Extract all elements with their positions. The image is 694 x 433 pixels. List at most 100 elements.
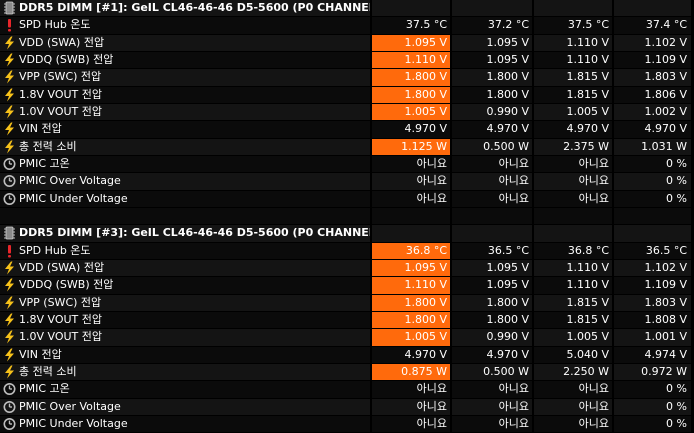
sensor-label-text: VDDQ (SWB) 전압 — [19, 52, 114, 66]
value-current: 4.970 V — [372, 121, 450, 138]
value-max: 아니요 — [534, 190, 612, 207]
value-average: 1.001 V — [614, 329, 691, 346]
value-max: 1.005 V — [534, 329, 612, 346]
sensor-row[interactable]: VDD (SWA) 전압 1.095 V 1.095 V 1.110 V 1.102 V — [0, 259, 694, 277]
value-current: 1.125 W — [372, 138, 450, 155]
value-max: 1.815 V — [534, 86, 612, 103]
value-average: 0 % — [614, 398, 691, 415]
value-min: 1.095 V — [452, 277, 532, 294]
clock-icon — [3, 382, 16, 396]
value-average: 1.803 V — [614, 69, 691, 86]
sensor-label: VIN 전압 — [0, 346, 370, 363]
bolt-icon — [3, 122, 16, 136]
memory-chip-icon — [3, 1, 16, 15]
value-current: 37.5 °C — [372, 17, 450, 34]
sensor-label-text: 1.0V VOUT 전압 — [19, 104, 103, 118]
value-max: 아니요 — [534, 415, 612, 433]
sensor-row[interactable]: PMIC Under Voltage 아니요 아니요 아니요 0 % — [0, 190, 694, 208]
section-header[interactable]: DDR5 DIMM [#1]: GeIL CL46-46-46 D5-5600 … — [0, 0, 694, 17]
sensor-row[interactable]: 총 전력 소비 1.125 W 0.500 W 2.375 W 1.031 W — [0, 138, 694, 156]
bolt-icon — [3, 53, 16, 67]
sensor-row[interactable]: VDDQ (SWB) 전압 1.110 V 1.095 V 1.110 V 1.109 … — [0, 277, 694, 294]
sensor-label: 1.0V VOUT 전압 — [0, 103, 370, 121]
header-cell — [372, 0, 450, 17]
sensor-row[interactable]: 1.0V VOUT 전압 1.005 V 0.990 V 1.005 V 1.001 V — [0, 329, 694, 346]
sensor-label: VDD (SWA) 전압 — [0, 259, 370, 277]
sensor-row[interactable]: 총 전력 소비 0.875 W 0.500 W 2.250 W 0.972 W — [0, 363, 694, 381]
bolt-icon — [3, 330, 16, 344]
header-cell — [452, 0, 532, 17]
sensor-label: PMIC 고온 — [0, 155, 370, 173]
sensor-label: VPP (SWC) 전압 — [0, 69, 370, 86]
value-max: 아니요 — [534, 173, 612, 190]
value-average: 1.102 V — [614, 259, 691, 277]
header-cell — [534, 225, 612, 242]
bolt-icon — [3, 313, 16, 327]
bolt-icon — [3, 348, 16, 362]
value-max: 1.110 V — [534, 259, 612, 277]
sensor-label-text: PMIC 고온 — [19, 382, 70, 396]
value-max: 1.110 V — [534, 51, 612, 69]
value-current: 아니요 — [372, 190, 450, 207]
value-current: 1.005 V — [372, 103, 450, 121]
value-min: 4.970 V — [452, 346, 532, 363]
sensor-row[interactable]: PMIC 고온 아니요 아니요 아니요 0 % — [0, 381, 694, 398]
sensor-row[interactable]: PMIC Over Voltage 아니요 아니요 아니요 0 % — [0, 398, 694, 416]
sensor-row[interactable]: SPD Hub 온도 37.5 °C 37.2 °C 37.5 °C 37.4 °C — [0, 17, 694, 34]
sensor-row[interactable]: VDD (SWA) 전압 1.095 V 1.095 V 1.110 V 1.102 V — [0, 34, 694, 52]
value-min: 0.500 W — [452, 138, 532, 155]
value-max: 1.005 V — [534, 103, 612, 121]
spacer-cell — [534, 207, 612, 225]
value-max: 아니요 — [534, 155, 612, 173]
sensor-label-text: VDD (SWA) 전압 — [19, 260, 105, 274]
sensor-label: 1.8V VOUT 전압 — [0, 311, 370, 329]
value-current: 아니요 — [372, 415, 450, 433]
sensor-label: PMIC Under Voltage — [0, 415, 370, 433]
value-min: 아니요 — [452, 415, 532, 433]
value-max: 4.970 V — [534, 121, 612, 138]
alert-icon — [3, 18, 16, 32]
sensor-label-text: PMIC Under Voltage — [19, 416, 128, 430]
sensor-row[interactable]: 1.8V VOUT 전압 1.800 V 1.800 V 1.815 V 1.806 V — [0, 86, 694, 104]
value-average: 0 % — [614, 415, 691, 433]
sensor-row[interactable]: VDDQ (SWB) 전압 1.110 V 1.095 V 1.110 V 1.109 … — [0, 51, 694, 69]
header-cell — [452, 225, 532, 242]
value-current: 0.875 W — [372, 363, 450, 381]
spacer-cell — [372, 207, 450, 225]
sensor-row[interactable]: PMIC Over Voltage 아니요 아니요 아니요 0 % — [0, 173, 694, 190]
value-min: 0.500 W — [452, 363, 532, 381]
section-header[interactable]: DDR5 DIMM [#3]: GeIL CL46-46-46 D5-5600 … — [0, 225, 694, 242]
section-title: DDR5 DIMM [#3]: GeIL CL46-46-46 D5-5600 … — [0, 225, 370, 242]
value-average: 0 % — [614, 155, 691, 173]
sensor-label-text: VDD (SWA) 전압 — [19, 35, 105, 49]
sensor-row[interactable]: PMIC Under Voltage 아니요 아니요 아니요 0 % — [0, 415, 694, 433]
value-average: 0 % — [614, 381, 691, 398]
value-current: 1.005 V — [372, 329, 450, 346]
sensor-row[interactable]: VPP (SWC) 전압 1.800 V 1.800 V 1.815 V 1.803 V — [0, 69, 694, 86]
sensor-label: 1.8V VOUT 전압 — [0, 86, 370, 103]
value-max: 5.040 V — [534, 346, 612, 363]
value-min: 아니요 — [452, 155, 532, 173]
section-title: DDR5 DIMM [#1]: GeIL CL46-46-46 D5-5600 … — [0, 0, 370, 17]
value-min: 1.095 V — [452, 51, 532, 69]
sensor-label: 1.0V VOUT 전압 — [0, 329, 370, 346]
sensor-label-text: 총 전력 소비 — [19, 364, 77, 378]
memory-chip-icon — [3, 226, 16, 240]
clock-icon — [3, 174, 16, 188]
value-min: 아니요 — [452, 173, 532, 190]
header-cell — [614, 225, 691, 242]
sensor-row[interactable]: 1.8V VOUT 전압 1.800 V 1.800 V 1.815 V 1.808 V — [0, 311, 694, 329]
value-min: 0.990 V — [452, 103, 532, 121]
value-min: 아니요 — [452, 190, 532, 207]
sensor-row[interactable]: 1.0V VOUT 전압 1.005 V 0.990 V 1.005 V 1.002 V — [0, 103, 694, 121]
sensor-label: 총 전력 소비 — [0, 363, 370, 381]
sensor-row[interactable]: PMIC 고온 아니요 아니요 아니요 0 % — [0, 155, 694, 173]
sensor-row[interactable]: VPP (SWC) 전압 1.800 V 1.800 V 1.815 V 1.803 V — [0, 294, 694, 312]
sensor-row[interactable]: VIN 전압 4.970 V 4.970 V 4.970 V 4.970 V — [0, 121, 694, 138]
sensor-label-text: SPD Hub 온도 — [19, 243, 91, 257]
value-max: 36.8 °C — [534, 242, 612, 259]
spacer-cell — [452, 207, 532, 225]
sensor-row[interactable]: VIN 전압 4.970 V 4.970 V 5.040 V 4.974 V — [0, 346, 694, 364]
sensor-label: SPD Hub 온도 — [0, 17, 370, 34]
sensor-row[interactable]: SPD Hub 온도 36.8 °C 36.5 °C 36.8 °C 36.5 °C — [0, 242, 694, 260]
